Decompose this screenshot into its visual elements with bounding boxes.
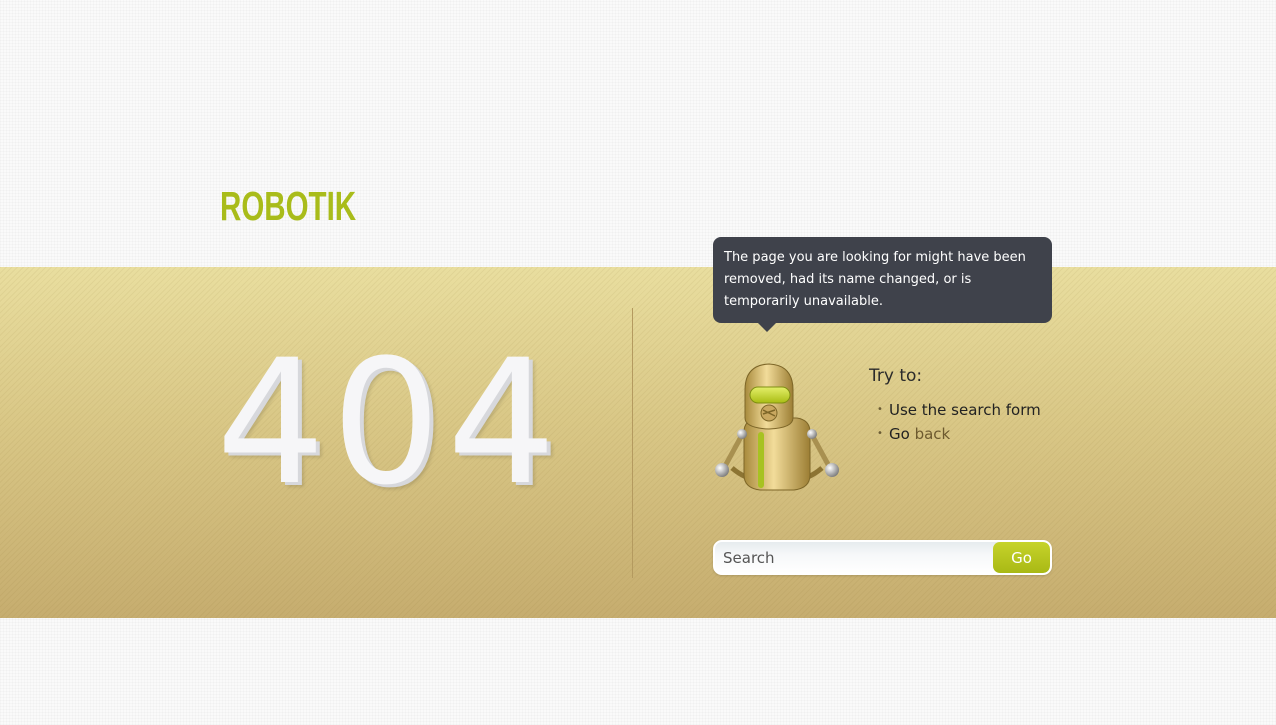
vertical-divider: [632, 308, 633, 578]
suggestions-title: Try to:: [869, 366, 923, 386]
error-band: [0, 267, 1276, 618]
robot-mascot-icon: [712, 360, 842, 495]
suggestion-search: Use the search form: [877, 398, 1041, 422]
suggestion-go-back: Go back: [877, 422, 1041, 446]
back-link[interactable]: back: [915, 425, 951, 443]
site-logo[interactable]: ROBOTIK: [220, 181, 356, 231]
error-code: 404: [216, 322, 563, 523]
suggestions-list: Use the search form Go back: [877, 398, 1041, 446]
error-message-text: The page you are looking for might have …: [724, 250, 1026, 309]
go-button[interactable]: Go: [993, 542, 1050, 573]
search-input[interactable]: [715, 542, 993, 573]
error-message-bubble: The page you are looking for might have …: [713, 237, 1052, 332]
search-form: Go: [713, 540, 1052, 575]
